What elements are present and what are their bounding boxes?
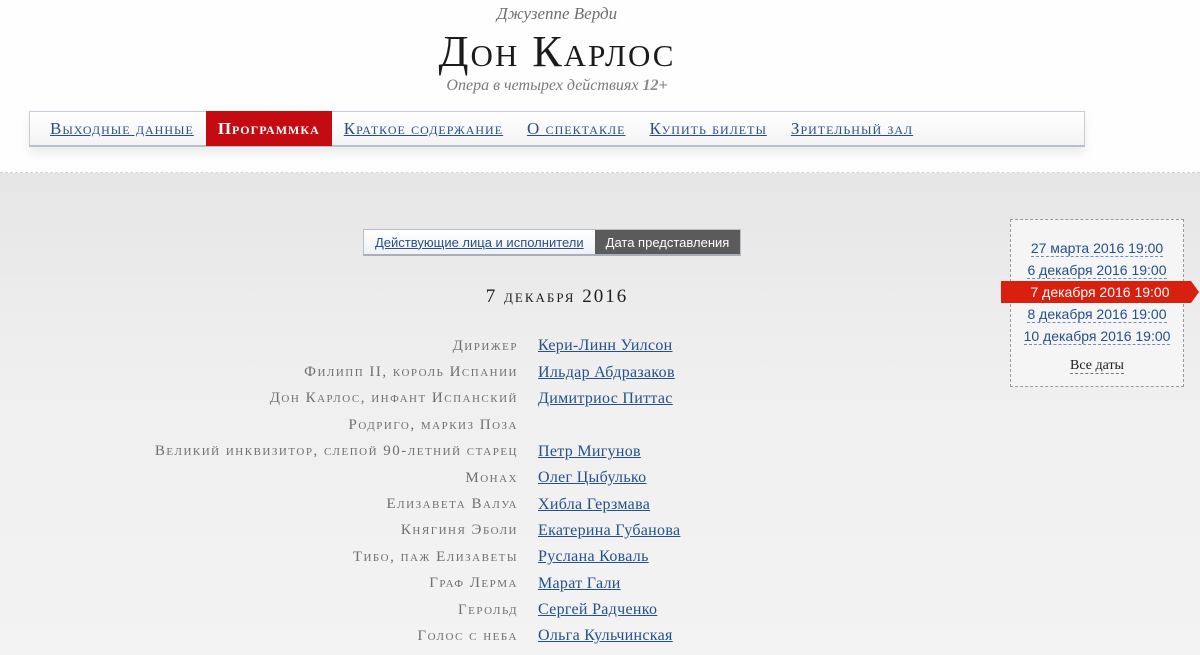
cast-performer-link[interactable]: Хибла Герзмава [538, 496, 650, 514]
date-item-label: 8 декабря 2016 19:00 [1027, 306, 1167, 323]
cast-row: Тибо, паж Елизаветы Руслана Коваль [0, 544, 1000, 570]
cast-row: Граф Лерма Марат Гали [0, 571, 1000, 597]
date-item[interactable]: 7 декабря 2016 19:00 [1001, 281, 1199, 303]
date-item-label: 27 марта 2016 19:00 [1030, 240, 1164, 257]
nav-item-program[interactable]: Программка [205, 111, 332, 146]
cast-performer-link[interactable]: Ольга Кульчинская [538, 627, 673, 645]
cast-performer-link[interactable]: Ильдар Абдразаков [538, 364, 675, 382]
cast-performer-link[interactable]: Кери-Линн Уилсон [538, 337, 673, 355]
cast-performer-link[interactable]: Сергей Радченко [538, 601, 657, 619]
date-item-label: 6 декабря 2016 19:00 [1027, 262, 1167, 279]
cast-performer-link[interactable]: Димитриос Питтас [538, 390, 673, 408]
tab-performance-date[interactable]: Дата представления [594, 230, 741, 254]
cast-performer-link[interactable]: Екатерина Губанова [538, 522, 680, 540]
cast-role: Тибо, паж Елизаветы [352, 548, 518, 565]
composer-name: Джузеппе Верди [496, 4, 618, 23]
nav-item-synopsis[interactable]: Краткое содержание [332, 112, 515, 145]
date-list: 27 марта 2016 19:00 6 декабря 2016 19:00 7… [1011, 237, 1183, 347]
date-item[interactable]: 10 декабря 2016 19:00 [1011, 325, 1183, 347]
program-tabs: Действующие лица и исполнители Дата пред… [363, 229, 742, 256]
age-rating-badge: 12+ [642, 77, 668, 94]
cast-row: Голос с неба Ольга Кульчинская [0, 623, 1000, 649]
cast-role: Монах [465, 469, 518, 486]
cast-role: Великий инквизитор, слепой 90-летний ста… [154, 443, 518, 460]
opera-subtitle: Опера в четырех действиях 12+ [0, 77, 1114, 95]
cast-row: Дон Карлос, инфант Испанский Димитриос Пи… [0, 386, 1000, 412]
cast-row: Великий инквизитор, слепой 90-летний ста… [0, 439, 1000, 465]
nav-item-about[interactable]: О спектакле [515, 112, 637, 145]
dates-panel: 27 марта 2016 19:00 6 декабря 2016 19:00 7… [1010, 219, 1184, 387]
cast-row: Елизавета Валуа Хибла Герзмава [0, 491, 1000, 517]
cast-role: Дирижер [452, 337, 518, 354]
main-nav: Выходные данные Программка Краткое содер… [29, 111, 1085, 147]
cast-performer-link[interactable]: Петр Мигунов [538, 443, 641, 461]
cast-role: Княгиня Эболи [400, 522, 518, 539]
cast-row: Родриго, маркиз Поза [0, 412, 1000, 438]
tab-cast[interactable]: Действующие лица и исполнители [364, 230, 595, 254]
cast-performer-link[interactable]: Марат Гали [538, 575, 621, 593]
nav-item-buy-tickets[interactable]: Купить билеты [637, 112, 778, 145]
cast-role: Филипп II, король Испании [304, 364, 518, 381]
date-item[interactable]: 27 марта 2016 19:00 [1011, 237, 1183, 259]
cast-role: Родриго, маркиз Поза [348, 416, 518, 433]
date-item[interactable]: 6 декабря 2016 19:00 [1011, 259, 1183, 281]
cast-list: Дирижер Кери-Линн Уилсон Филипп II, король… [0, 333, 1000, 650]
cast-row: Герольд Сергей Радченко [0, 597, 1000, 623]
cast-performer-link[interactable]: Руслана Коваль [538, 548, 649, 566]
all-dates-label: Все даты [1070, 358, 1124, 374]
cast-role: Дон Карлос, инфант Испанский [269, 390, 518, 407]
date-item-label: 7 декабря 2016 19:00 [1030, 284, 1170, 300]
page-title: Дон Карлос [438, 27, 676, 76]
all-dates-link[interactable]: Все даты [1011, 358, 1183, 374]
cast-role: Граф Лерма [429, 575, 518, 592]
date-item-label: 10 декабря 2016 19:00 [1023, 328, 1171, 345]
cast-row: Дирижер Кери-Линн Уилсон [0, 333, 1000, 359]
cast-role: Герольд [457, 601, 518, 618]
cast-row: Филипп II, король Испании Ильдар Абдразак… [0, 359, 1000, 385]
subtitle-text: Опера в четырех действиях [446, 77, 639, 94]
cast-row: Княгиня Эболи Екатерина Губанова [0, 518, 1000, 544]
cast-role: Голос с неба [417, 627, 518, 644]
cast-role: Елизавета Валуа [386, 496, 518, 513]
cast-performer-link[interactable]: Олег Цыбулько [538, 469, 646, 487]
nav-item-auditorium[interactable]: Зрительный зал [779, 112, 925, 145]
performance-date-heading: 7 декабря 2016 [485, 286, 629, 307]
cast-row: Монах Олег Цыбулько [0, 465, 1000, 491]
date-item[interactable]: 8 декабря 2016 19:00 [1011, 303, 1183, 325]
nav-item-output-data[interactable]: Выходные данные [38, 112, 206, 145]
page-header: Джузеппе Верди Дон Карлос Опера в четыре… [0, 0, 1200, 173]
